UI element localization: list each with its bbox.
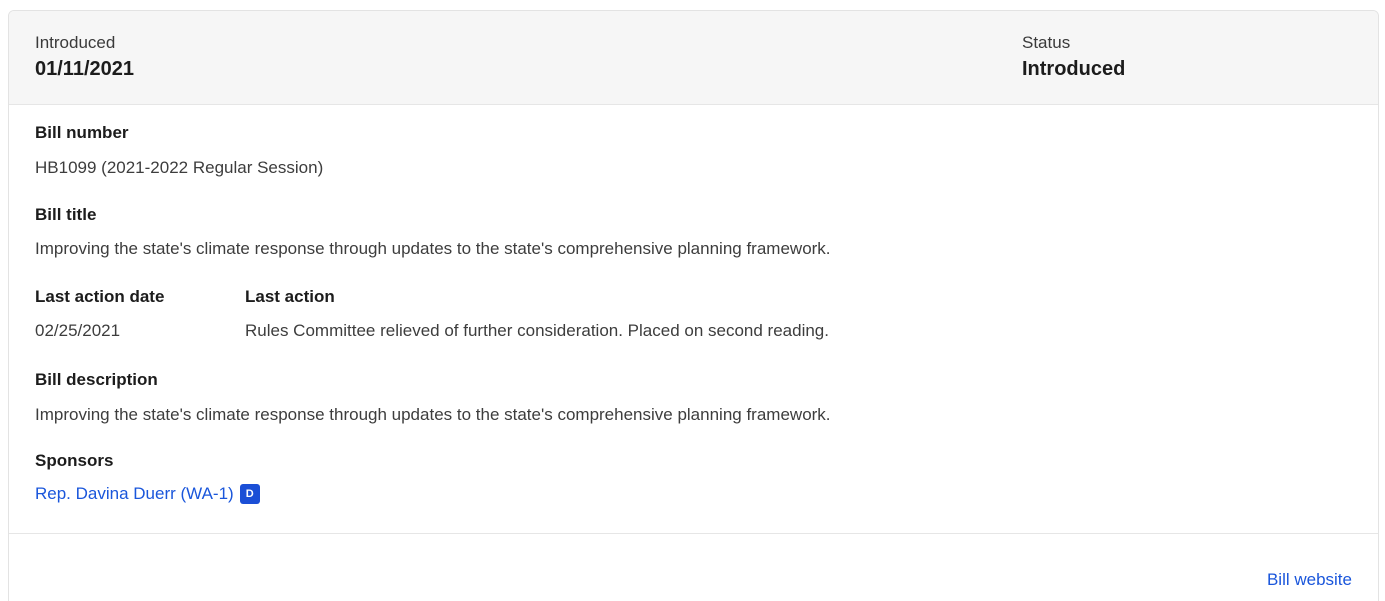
bill-description-label: Bill description [35,370,158,389]
bill-title-label: Bill title [35,205,97,224]
introduced-section: Introduced 01/11/2021 [35,32,134,82]
bill-card-footer: Bill website [9,533,1378,601]
introduced-date: 01/11/2021 [35,58,134,80]
bill-website-link[interactable]: Bill website [1267,569,1352,591]
last-action-date-label: Last action date [35,287,165,306]
sponsor-link[interactable]: Rep. Davina Duerr (WA-1) [35,483,234,505]
bill-description-value: Improving the state's climate response t… [35,405,831,424]
bill-title-value: Improving the state's climate response t… [35,239,831,258]
last-action-label: Last action [245,287,335,306]
introduced-label: Introduced [35,33,116,52]
status-value: Introduced [1022,58,1126,80]
status-label: Status [1022,33,1071,52]
last-action-value: Rules Committee relieved of further cons… [245,321,829,340]
sponsors-label: Sponsors [35,451,114,470]
party-badge: D [239,484,260,504]
bill-card: Introduced 01/11/2021 Status Introduced … [8,10,1379,601]
bill-number-value: HB1099 (2021-2022 Regular Session) [35,158,324,177]
last-action-date-value: 02/25/2021 [35,321,121,340]
sponsor-item: Rep. Davina Duerr (WA-1) D [35,483,260,505]
bill-card-header: Introduced 01/11/2021 Status Introduced [9,11,1378,105]
status-section: Status Introduced [1022,32,1125,82]
bill-number-label: Bill number [35,123,129,142]
